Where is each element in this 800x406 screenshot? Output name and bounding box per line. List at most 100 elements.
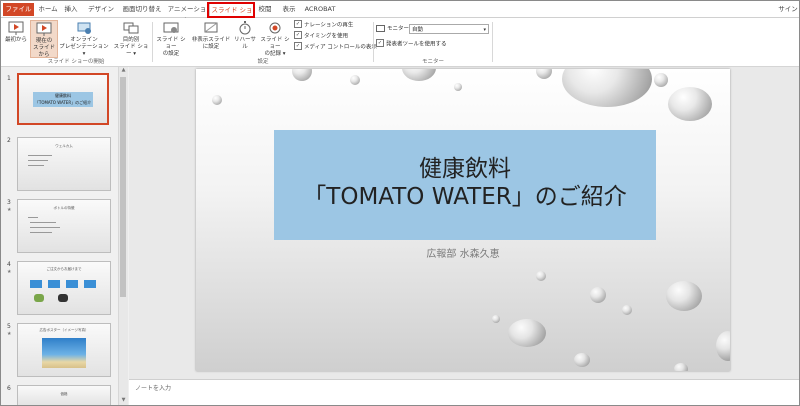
rehearse-timings-button[interactable]: リハーサル: [233, 20, 257, 51]
tab-animations[interactable]: アニメーション: [167, 4, 207, 24]
thumb-beach-image: [42, 338, 86, 368]
thumb-shape: [84, 280, 96, 288]
record-icon: [269, 22, 281, 34]
slide-editing-area: 健康飲料 「TOMATO WATER」のご紹介 広報部 水森久恵: [129, 67, 799, 379]
from-current-button[interactable]: 現在の スライドから: [30, 20, 58, 58]
ribbon-tab-bar: ファイル ホーム 挿入 デザイン 画面切り替え アニメーション スライド ショー…: [1, 1, 799, 27]
checkmark-icon: ✓: [376, 39, 384, 47]
water-drop: [574, 353, 590, 367]
hide-slide-label-1: 非表示スライド: [191, 37, 231, 43]
tab-view[interactable]: 表示: [280, 4, 298, 15]
play-narrations-checkbox[interactable]: ✓ ナレーションの再生: [294, 20, 354, 30]
slide-thumbnail-1[interactable]: 健康飲料 「TOMATO WATER」のご紹介: [17, 73, 109, 125]
record-label-1: スライド ショー: [260, 37, 290, 50]
slideshow-current-icon: [36, 22, 52, 36]
chevron-down-icon: ▾: [483, 27, 486, 33]
scrollbar-thumb[interactable]: [120, 77, 126, 297]
water-drop: [590, 287, 606, 303]
checkmark-icon: ✓: [294, 31, 302, 39]
current-slide[interactable]: 健康飲料 「TOMATO WATER」のご紹介 広報部 水森久恵: [196, 69, 730, 371]
tab-review[interactable]: 校閲: [256, 4, 274, 15]
hide-slide-button[interactable]: 非表示スライド に設定: [191, 20, 231, 51]
thumb-text-line: [28, 160, 48, 161]
water-drop: [562, 69, 652, 107]
transition-icon: ★: [7, 207, 12, 213]
water-drop: [350, 75, 360, 85]
thumb-title: ご注文からお届けまで: [46, 267, 82, 271]
hide-slide-label-2: に設定: [202, 44, 220, 50]
slide-thumbnail-5[interactable]: 広告ポスター（イメージ写真）: [17, 323, 111, 377]
setup-show-button[interactable]: スライド ショー の設定: [154, 20, 188, 58]
slide-thumbnail-2[interactable]: ウェルカム: [17, 137, 111, 191]
monitor-value: 自動: [412, 27, 424, 33]
scroll-up-icon[interactable]: ▲: [119, 67, 128, 75]
from-beginning-label: 最初から: [4, 37, 27, 43]
water-drop: [454, 83, 462, 91]
slide-title-box[interactable]: 健康飲料 「TOMATO WATER」のご紹介: [274, 130, 656, 240]
slide-number: 1: [7, 75, 11, 82]
slide-number: 5: [7, 323, 11, 330]
thumb-text-line: [28, 217, 38, 218]
use-timings-checkbox[interactable]: ✓ タイミングを使用: [294, 31, 349, 41]
water-drop: [668, 87, 712, 121]
stopwatch-icon: [239, 21, 251, 35]
online-presentation-icon: [77, 22, 91, 34]
thumb-clipart: [58, 294, 68, 302]
monitor-select[interactable]: 自動 ▾: [409, 24, 489, 34]
group-separator: [492, 22, 493, 62]
show-media-controls-checkbox[interactable]: ✓ メディア コントロールの表示: [294, 42, 377, 52]
slide-thumbnail-4[interactable]: ご注文からお届けまで: [17, 261, 111, 315]
tab-design[interactable]: デザイン: [86, 4, 116, 15]
thumbnail-scrollbar[interactable]: ▲ ▼: [118, 67, 128, 405]
monitor-label-text: モニター:: [387, 26, 411, 32]
group-label-start: スライド ショーの開始: [47, 59, 105, 65]
water-drop: [508, 319, 546, 347]
thumb-text-line: [30, 222, 56, 223]
group-separator: [373, 22, 374, 62]
transition-icon: ★: [7, 269, 12, 275]
slide-thumbnail-pane: 1 健康飲料 「TOMATO WATER」のご紹介 2 ウェルカム 3 ★ ボト…: [1, 67, 129, 405]
use-timings-label: タイミングを使用: [304, 33, 349, 40]
water-drop: [212, 95, 222, 105]
slide-thumbnail-3[interactable]: ボトルの特徴: [17, 199, 111, 253]
signin-link[interactable]: サイン: [777, 4, 799, 15]
notes-placeholder: ノートを入力: [135, 385, 172, 392]
water-drop: [654, 73, 668, 87]
online-presentation-button[interactable]: オンライン プレゼンテーション ▾: [59, 20, 109, 58]
online-presentation-label-2: プレゼンテーション ▾: [59, 44, 109, 57]
presenter-view-checkbox[interactable]: ✓ 発表者ツールを使用する: [376, 39, 447, 49]
monitor-label: モニター:: [376, 25, 411, 33]
from-beginning-button[interactable]: 最初から: [4, 20, 28, 44]
transition-icon: ★: [7, 331, 12, 337]
water-drop: [292, 69, 312, 81]
thumb-title: ウェルカム: [55, 144, 73, 148]
group-label-monitors: モニター: [421, 59, 444, 65]
ribbon: 最初から 現在の スライドから オンライン プレゼンテーション ▾ 目的別 スラ…: [1, 18, 799, 67]
water-drop: [666, 281, 702, 311]
app-window: ファイル ホーム 挿入 デザイン 画面切り替え アニメーション スライド ショー…: [0, 0, 800, 406]
tab-transitions[interactable]: 画面切り替え: [120, 4, 164, 15]
custom-show-button[interactable]: 目的別 スライド ショー ▾: [111, 20, 151, 58]
thumb-shape: [66, 280, 78, 288]
water-drop: [674, 363, 688, 371]
slide-number: 2: [7, 137, 11, 144]
record-slideshow-button[interactable]: スライド ショー の記録 ▾: [258, 20, 292, 58]
water-drop: [536, 69, 552, 79]
slide-title-line-2: 「TOMATO WATER」のご紹介: [303, 184, 627, 210]
tab-home[interactable]: ホーム: [37, 4, 59, 15]
slide-subtitle[interactable]: 広報部 水森久恵: [196, 245, 730, 260]
thumb-clipart: [34, 294, 44, 302]
notes-pane[interactable]: ノートを入力: [129, 379, 799, 405]
tab-insert[interactable]: 挿入: [62, 4, 80, 15]
play-narrations-label: ナレーションの再生: [304, 22, 354, 29]
thumb-text-line: [28, 155, 52, 156]
setup-show-icon: [163, 22, 179, 33]
tab-acrobat[interactable]: ACROBAT: [303, 4, 337, 15]
thumb-title: 広告ポスター（イメージ写真）: [39, 328, 89, 332]
from-current-label-1: 現在の: [35, 38, 53, 44]
custom-show-icon: [123, 22, 139, 34]
slide-thumbnail-6[interactable]: 価格: [17, 385, 111, 405]
scroll-down-icon[interactable]: ▼: [119, 397, 128, 405]
thumb-title: 健康飲料: [55, 93, 71, 98]
tab-file[interactable]: ファイル: [3, 3, 34, 16]
